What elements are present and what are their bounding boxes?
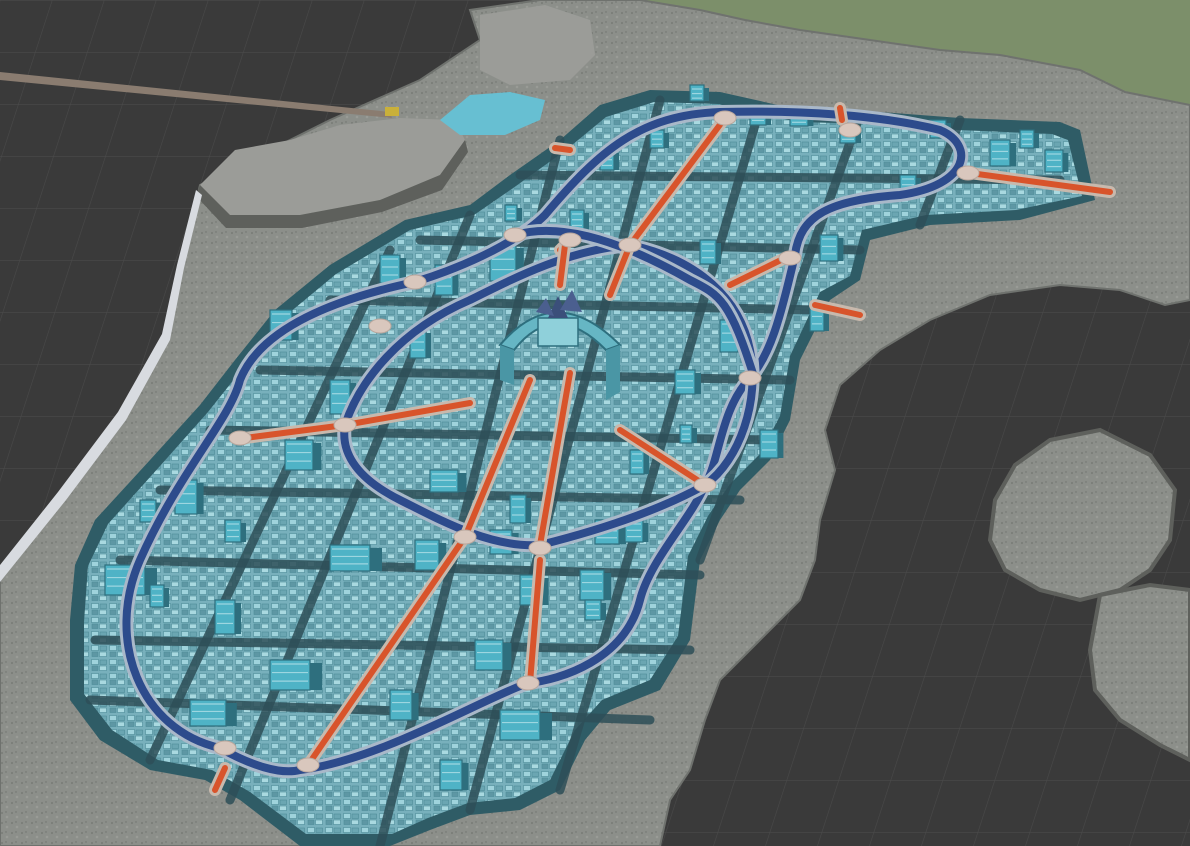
building-7 bbox=[329, 544, 382, 572]
building-20 bbox=[439, 759, 469, 791]
road-node-6 bbox=[213, 740, 237, 756]
road-node-11 bbox=[503, 227, 527, 243]
road-node-9 bbox=[618, 237, 642, 253]
building-37 bbox=[819, 234, 844, 262]
building-2 bbox=[284, 439, 322, 471]
road-node-3 bbox=[528, 540, 552, 556]
building-25 bbox=[674, 369, 701, 395]
building-46 bbox=[224, 519, 246, 543]
building-17 bbox=[189, 699, 237, 727]
building-16 bbox=[269, 659, 322, 691]
building-13 bbox=[509, 494, 531, 524]
building-15 bbox=[474, 639, 512, 671]
scene-canvas[interactable] bbox=[0, 0, 1190, 846]
building-6 bbox=[214, 599, 241, 635]
avenue-16 bbox=[837, 105, 845, 123]
road-node-2 bbox=[453, 529, 477, 545]
building-33 bbox=[989, 139, 1016, 167]
building-19 bbox=[499, 709, 552, 741]
road-node-16 bbox=[956, 165, 980, 181]
avenue-14 bbox=[552, 145, 573, 153]
building-27 bbox=[759, 429, 784, 459]
road-node-10 bbox=[558, 232, 582, 248]
building-10 bbox=[579, 569, 612, 601]
game-viewport[interactable] bbox=[0, 0, 1190, 846]
road-node-17 bbox=[838, 122, 862, 138]
road-node-0 bbox=[228, 430, 252, 446]
building-18 bbox=[389, 689, 419, 721]
road-node-1 bbox=[333, 417, 357, 433]
building-12 bbox=[429, 469, 467, 493]
road-node-13 bbox=[368, 318, 392, 334]
road-node-14 bbox=[778, 250, 802, 266]
building-48 bbox=[584, 599, 606, 621]
building-47 bbox=[149, 584, 169, 608]
road-node-4 bbox=[516, 675, 540, 691]
building-39 bbox=[699, 239, 721, 265]
road-node-5 bbox=[296, 757, 320, 773]
building-35 bbox=[1044, 149, 1069, 173]
road-node-7 bbox=[693, 477, 717, 493]
road-node-15 bbox=[713, 110, 737, 126]
road-node-8 bbox=[738, 370, 762, 386]
road-node-12 bbox=[403, 274, 427, 290]
